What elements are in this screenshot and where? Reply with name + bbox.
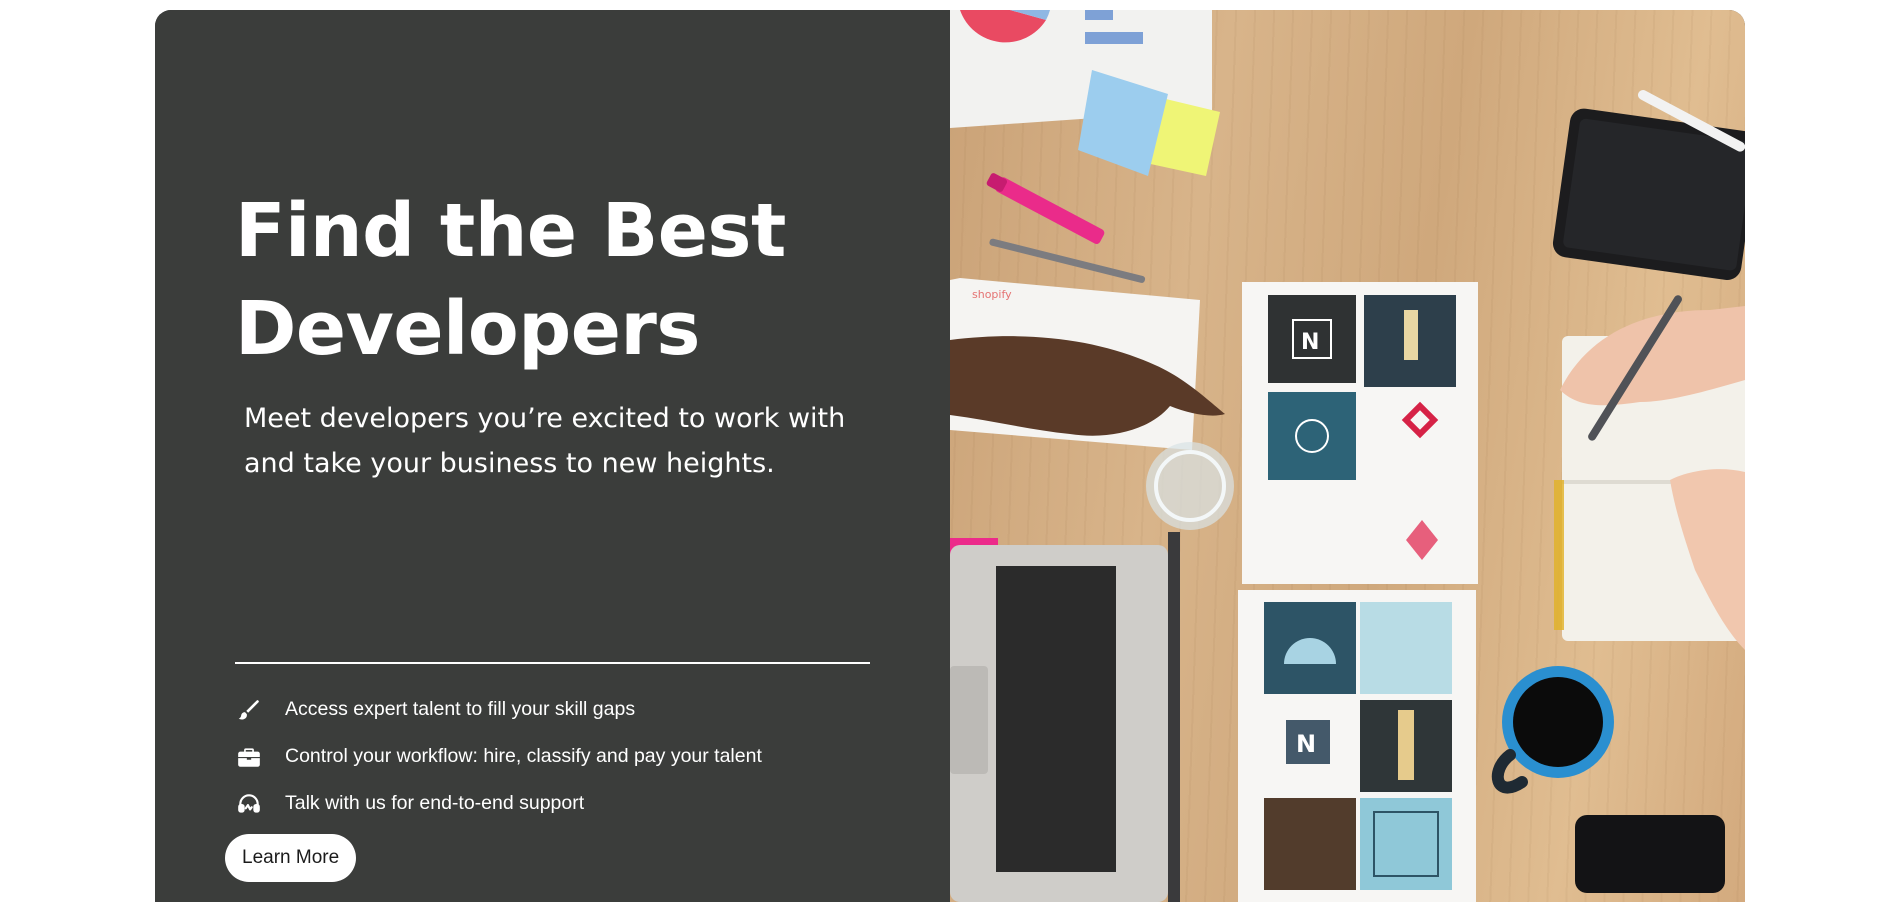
feature-item: Access expert talent to fill your skill … bbox=[235, 686, 875, 733]
hero-subtitle-line-2: and take your business to new heights. bbox=[244, 448, 775, 479]
hero-subtitle: Meet developers you’re excited to work w… bbox=[244, 396, 884, 486]
hero-title: Find the Best Developers bbox=[235, 182, 875, 378]
feature-text: Talk with us for end-to-end support bbox=[285, 792, 585, 814]
hero-title-line-2: Developers bbox=[235, 286, 700, 372]
learn-more-button[interactable]: Learn More bbox=[225, 834, 357, 882]
hero-section: Find the Best Developers Meet developers… bbox=[155, 10, 1745, 902]
feature-text: Control your workflow: hire, classify an… bbox=[285, 745, 762, 767]
feature-item: Talk with us for end-to-end support bbox=[235, 780, 875, 827]
hero-photo: shopify N N bbox=[950, 10, 1745, 902]
hero-title-line-1: Find the Best bbox=[235, 188, 786, 274]
hero-subtitle-line-1: Meet developers you’re excited to work w… bbox=[244, 403, 846, 434]
divider bbox=[235, 662, 870, 664]
paintbrush-icon bbox=[235, 696, 263, 724]
headset-icon bbox=[235, 790, 263, 818]
feature-list: Access expert talent to fill your skill … bbox=[235, 686, 875, 827]
desk-photo-illustration: shopify N N bbox=[950, 10, 1745, 902]
feature-text: Access expert talent to fill your skill … bbox=[285, 698, 636, 720]
feature-item: Control your workflow: hire, classify an… bbox=[235, 733, 875, 780]
hero-text-panel: Find the Best Developers Meet developers… bbox=[155, 10, 950, 902]
logo-card-letter-2: N bbox=[1296, 730, 1316, 758]
envelope-brand: shopify bbox=[972, 288, 1012, 301]
logo-card-letter: N bbox=[1301, 330, 1319, 355]
briefcase-icon bbox=[235, 743, 263, 771]
